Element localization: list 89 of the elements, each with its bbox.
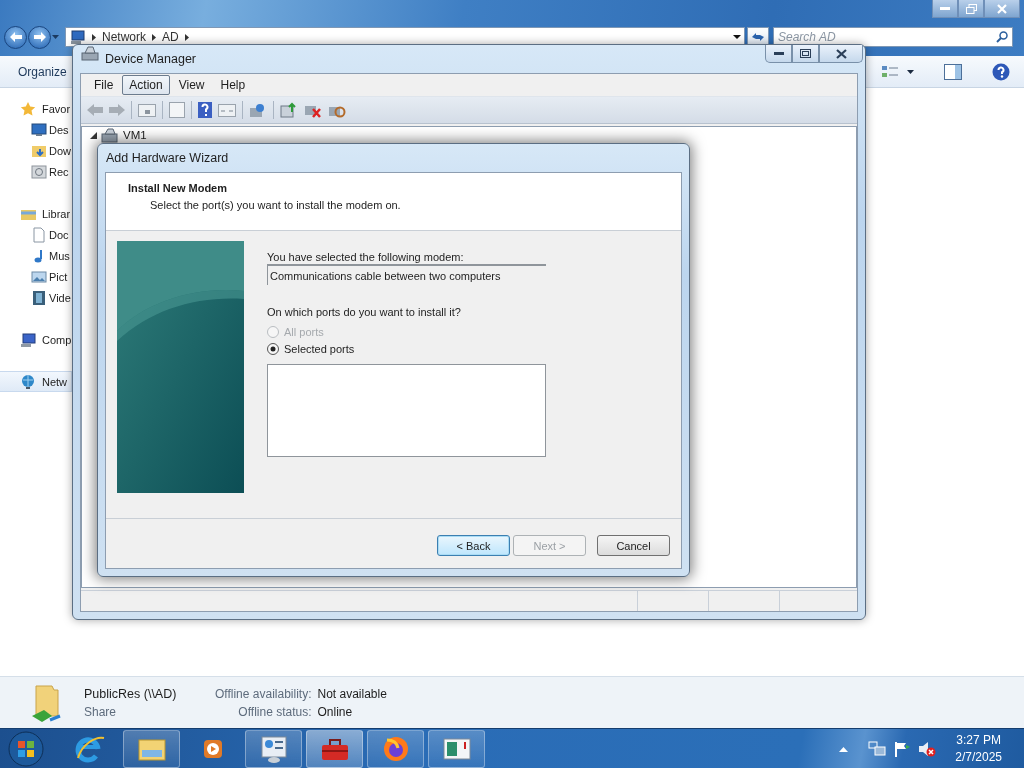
- help-icon[interactable]: [992, 62, 1010, 81]
- back-button[interactable]: [4, 25, 27, 49]
- address-bar[interactable]: Network AD: [65, 27, 745, 47]
- field-label: Offline status:: [237, 704, 312, 719]
- show-hidden-icons-icon[interactable]: [839, 745, 849, 752]
- chevron-icon: [92, 33, 96, 41]
- dialog-button[interactable]: Cancel: [597, 535, 670, 556]
- breadcrumb[interactable]: Network: [102, 30, 146, 44]
- nav-item[interactable]: Netw: [0, 371, 72, 392]
- port-list[interactable]: [267, 364, 546, 457]
- menu-item[interactable]: File: [87, 75, 121, 95]
- start-button[interactable]: [6, 729, 46, 768]
- views-icon[interactable]: [881, 63, 899, 80]
- taskbar-button[interactable]: [306, 729, 363, 768]
- item-name: PublicRes (\\AD): [84, 686, 178, 701]
- maximize-icon: [800, 49, 811, 58]
- chevron-icon: [184, 33, 189, 41]
- minimize-icon: [940, 6, 950, 11]
- field-value: Not available: [317, 686, 387, 701]
- tree-item[interactable]: VM1: [123, 129, 147, 141]
- window-title: Device Manager: [105, 52, 196, 66]
- taskbar-button[interactable]: [245, 729, 302, 768]
- chevron-icon: [152, 33, 156, 41]
- taskbar-button[interactable]: [428, 729, 485, 768]
- network-globe-icon: [20, 373, 36, 390]
- page-heading: Install New Modem: [128, 182, 229, 196]
- back-arrow-icon: [9, 32, 22, 42]
- radio-label[interactable]: Selected ports: [284, 342, 355, 355]
- organize-menu[interactable]: Organize: [18, 64, 67, 79]
- minimize-button[interactable]: [765, 45, 792, 63]
- menu-item[interactable]: Help: [213, 75, 253, 95]
- nav-item[interactable]: Vide: [0, 287, 72, 308]
- recent-places-icon: [31, 163, 47, 180]
- close-icon: [997, 3, 1007, 14]
- start-orb-icon: [8, 730, 44, 767]
- update-driver-icon[interactable]: [280, 102, 298, 118]
- nav-item[interactable]: Librar: [0, 203, 72, 224]
- nav-item[interactable]: Rec: [0, 161, 72, 182]
- menu-item[interactable]: Action: [122, 75, 170, 95]
- taskbar-button[interactable]: [123, 729, 180, 768]
- search-field[interactable]: Search AD: [773, 27, 1013, 47]
- close-button[interactable]: [819, 45, 863, 63]
- picture-icon: [31, 268, 47, 285]
- search-icon: [996, 31, 1008, 43]
- refresh-icon: [751, 32, 765, 42]
- taskbar-button[interactable]: [367, 729, 424, 768]
- computer-icon: [101, 127, 119, 143]
- nav-item[interactable]: Comp: [0, 329, 72, 350]
- question-label: On which ports do you want to install it?: [267, 306, 462, 318]
- dialog-button[interactable]: < Back: [437, 535, 510, 556]
- forward-arrow-icon: [33, 32, 46, 42]
- modem-field: Communications cable between two computers: [267, 264, 546, 285]
- refresh-button[interactable]: [747, 27, 769, 47]
- dialog-title: Add Hardware Wizard: [105, 150, 230, 167]
- monitor-icon: [31, 121, 47, 138]
- document-icon: [31, 226, 47, 243]
- nav-item[interactable]: Mus: [0, 245, 72, 266]
- item-type: Share: [84, 704, 118, 719]
- breadcrumb[interactable]: AD: [162, 30, 179, 44]
- nav-item[interactable]: Doc: [0, 224, 72, 245]
- star-icon: [20, 100, 36, 117]
- close-icon: [835, 48, 847, 59]
- maximize-button[interactable]: [792, 45, 819, 63]
- window-icon[interactable]: [138, 102, 156, 118]
- network-icon[interactable]: [868, 740, 887, 757]
- computer-icon: [20, 331, 36, 348]
- nav-item[interactable]: Des: [0, 119, 72, 140]
- field-label: Offline availability:: [215, 686, 312, 701]
- page-subtitle: Select the port(s) you want to install the modem on.: [149, 199, 402, 211]
- computer-icon: [70, 30, 86, 44]
- film-icon: [31, 289, 47, 306]
- help-icon[interactable]: [198, 102, 212, 118]
- nav-item[interactable]: Favor: [0, 98, 72, 119]
- field-label: You have selected the following modem:: [267, 251, 465, 263]
- device-manager-icon: [81, 45, 99, 61]
- expanded-triangle-icon[interactable]: [90, 131, 97, 139]
- field-value: Online: [317, 704, 354, 719]
- forward-button[interactable]: [28, 25, 51, 49]
- speaker-muted-icon[interactable]: [918, 740, 937, 757]
- radio-checked-icon[interactable]: [267, 342, 279, 355]
- restore-button[interactable]: [958, 0, 984, 18]
- menu-item[interactable]: View: [171, 75, 212, 95]
- caret-icon[interactable]: [907, 69, 914, 74]
- nav-item[interactable]: Dow: [0, 140, 72, 161]
- nav-item[interactable]: Pict: [0, 266, 72, 287]
- preview-pane-icon[interactable]: [944, 63, 962, 80]
- flag-icon[interactable]: [893, 740, 912, 757]
- clock[interactable]: 3:27 PM 2/7/2025: [955, 731, 1002, 766]
- restore-icon: [965, 3, 977, 14]
